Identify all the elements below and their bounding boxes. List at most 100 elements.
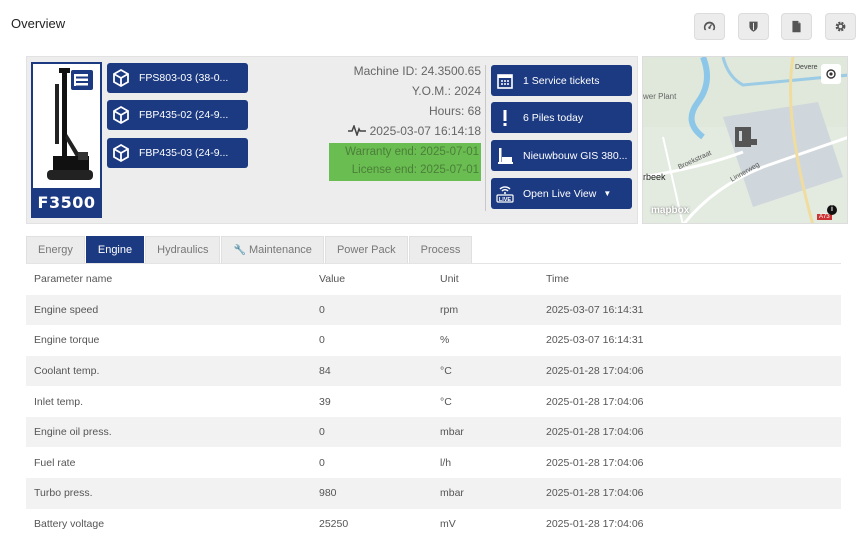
machine-image: F3500 xyxy=(31,62,102,218)
cube-icon xyxy=(113,68,129,88)
unit-cell: rpm xyxy=(440,303,459,316)
tab-label: Energy xyxy=(38,244,73,256)
table-row: Fuel rate 0 l/h 2025-01-28 17:04:06 xyxy=(26,447,841,479)
gauge-button[interactable] xyxy=(694,13,725,40)
project-label: Nieuwbouw GIS 380... xyxy=(523,149,628,162)
locate-button[interactable] xyxy=(821,64,841,84)
gear-icon xyxy=(835,21,846,32)
unit-cell: °C xyxy=(440,395,452,408)
value-cell: 39 xyxy=(319,395,331,408)
parameter-name-cell: Engine speed xyxy=(34,303,99,316)
unit-cell: % xyxy=(440,334,450,347)
tab-maintenance[interactable]: 🔧 Maintenance xyxy=(221,236,324,263)
live-view-label: Open Live View xyxy=(523,187,597,200)
mapbox-logo: mapbox xyxy=(651,205,690,216)
tab-hydraulics[interactable]: Hydraulics xyxy=(145,236,221,263)
tab-label: Process xyxy=(420,244,461,256)
map-label-road: A73 xyxy=(817,214,832,220)
time-cell: 2025-03-07 16:14:31 xyxy=(546,303,644,316)
shield-button[interactable] xyxy=(738,13,769,40)
unit-cell: l/h xyxy=(440,456,452,469)
attachment-button-1[interactable]: FPS803-03 (38-0... xyxy=(107,63,248,93)
document-button[interactable] xyxy=(781,13,812,40)
table-row: Engine oil press. 0 mbar 2025-01-28 17:04:0… xyxy=(26,416,841,448)
service-tickets-button[interactable]: 1 Service tickets xyxy=(491,65,632,96)
value-cell: 0 xyxy=(319,456,325,469)
unit-cell: mbar xyxy=(440,426,464,439)
machine-id: Machine ID: 24.3500.65 xyxy=(353,64,481,78)
cube-icon xyxy=(113,143,129,163)
wrench-icon: 🔧 xyxy=(233,244,246,256)
header-parameter-name: Parameter name xyxy=(26,263,311,295)
pile-icon xyxy=(503,109,507,126)
heartbeat-icon xyxy=(348,123,367,138)
unit-cell: °C xyxy=(440,364,452,377)
divider xyxy=(485,65,486,211)
table-row: Battery voltage 25250 mV 2025-01-28 17:04:0… xyxy=(26,508,841,540)
gauge-icon xyxy=(703,21,716,31)
attachment-label: FBP435-02 (24-9... xyxy=(139,109,229,121)
table-row: Turbo press. 980 mbar 2025-01-28 17:04:06 xyxy=(26,478,841,509)
last-seen-time: 2025-03-07 16:14:18 xyxy=(369,124,481,138)
unit-cell: mV xyxy=(440,517,456,530)
location-map[interactable]: wer Plant Broekstraat Linnerweg rbeek De… xyxy=(642,56,848,224)
year-of-manufacture: Y.O.M.: 2024 xyxy=(411,84,481,98)
engine-parameters-table: Parameter name Value Unit Time Engine sp… xyxy=(26,263,841,540)
header-time: Time xyxy=(538,263,841,295)
cube-icon xyxy=(113,105,129,125)
caret-down-icon: ▼ xyxy=(603,189,612,198)
time-cell: 2025-01-28 17:04:06 xyxy=(546,487,644,500)
piles-today-button[interactable]: 6 Piles today xyxy=(491,102,632,133)
map-label-power-plant: wer Plant xyxy=(643,92,677,101)
project-button[interactable]: Nieuwbouw GIS 380... xyxy=(491,140,632,171)
info-icon[interactable]: i xyxy=(827,205,837,215)
table-header-row: Parameter name Value Unit Time xyxy=(26,263,841,295)
tab-power-pack[interactable]: Power Pack xyxy=(324,236,408,263)
time-cell: 2025-03-07 16:14:31 xyxy=(546,334,644,347)
last-seen: 2025-03-07 16:14:18 xyxy=(348,123,481,138)
calendar-icon xyxy=(497,73,513,89)
parameter-name-cell: Engine oil press. xyxy=(34,426,112,439)
tab-bar: Energy Engine Hydraulics 🔧 Maintenance Po… xyxy=(26,236,473,263)
tab-energy[interactable]: Energy xyxy=(26,236,85,263)
svg-text:LIVE: LIVE xyxy=(499,197,512,203)
attachment-label: FBP435-03 (24-9... xyxy=(139,147,229,159)
document-icon xyxy=(792,20,801,33)
parameter-name-cell: Engine torque xyxy=(34,334,100,347)
table-row: Engine speed 0 rpm 2025-03-07 16:14:31 xyxy=(26,294,841,326)
page-title: Overview xyxy=(11,16,66,31)
rig-icon xyxy=(498,147,513,164)
time-cell: 2025-01-28 17:04:06 xyxy=(546,456,644,469)
settings-button[interactable] xyxy=(825,13,856,40)
machine-summary-card: F3500 FPS803-03 (38-0... FBP435-02 (24-9… xyxy=(26,56,638,224)
map-label-town: rbeek xyxy=(643,172,666,182)
crosshair-icon xyxy=(826,69,836,79)
attachment-button-2[interactable]: FBP435-02 (24-9... xyxy=(107,100,248,130)
tab-process[interactable]: Process xyxy=(408,236,473,263)
license-end: License end: 2025-07-01 xyxy=(351,164,479,176)
validity-box: Warranty end: 2025-07-01 License end: 20… xyxy=(329,143,481,181)
value-cell: 980 xyxy=(319,487,337,500)
shield-icon xyxy=(749,21,758,32)
open-live-view-button[interactable]: LIVE Open Live View ▼ xyxy=(491,178,632,209)
tab-engine[interactable]: Engine xyxy=(85,236,145,263)
value-cell: 0 xyxy=(319,334,325,347)
table-row: Coolant temp. 84 °C 2025-01-28 17:04:06 xyxy=(26,355,841,387)
value-cell: 84 xyxy=(319,364,331,377)
parameter-name-cell: Fuel rate xyxy=(34,456,76,469)
table-row: Engine torque 0% 2025-03-07 16:14:31 xyxy=(26,325,841,356)
table-row: Inlet temp. 39 °C 2025-01-28 17:04:06 xyxy=(26,386,841,417)
header-value: Value xyxy=(311,263,432,295)
parameter-name-cell: Coolant temp. xyxy=(34,364,100,377)
unit-cell: mbar xyxy=(440,487,464,500)
map-label-top: Devere xyxy=(795,64,818,71)
warranty-end: Warranty end: 2025-07-01 xyxy=(345,146,479,158)
value-cell: 0 xyxy=(319,303,325,316)
attachment-button-3[interactable]: FBP435-03 (24-9... xyxy=(107,138,248,168)
tab-label: Maintenance xyxy=(248,244,312,256)
brand-logo xyxy=(71,70,93,90)
parameter-name-cell: Turbo press. xyxy=(34,487,93,500)
live-icon: LIVE xyxy=(496,185,514,203)
header-unit: Unit xyxy=(432,263,538,295)
machine-hours: Hours: 68 xyxy=(428,104,481,118)
